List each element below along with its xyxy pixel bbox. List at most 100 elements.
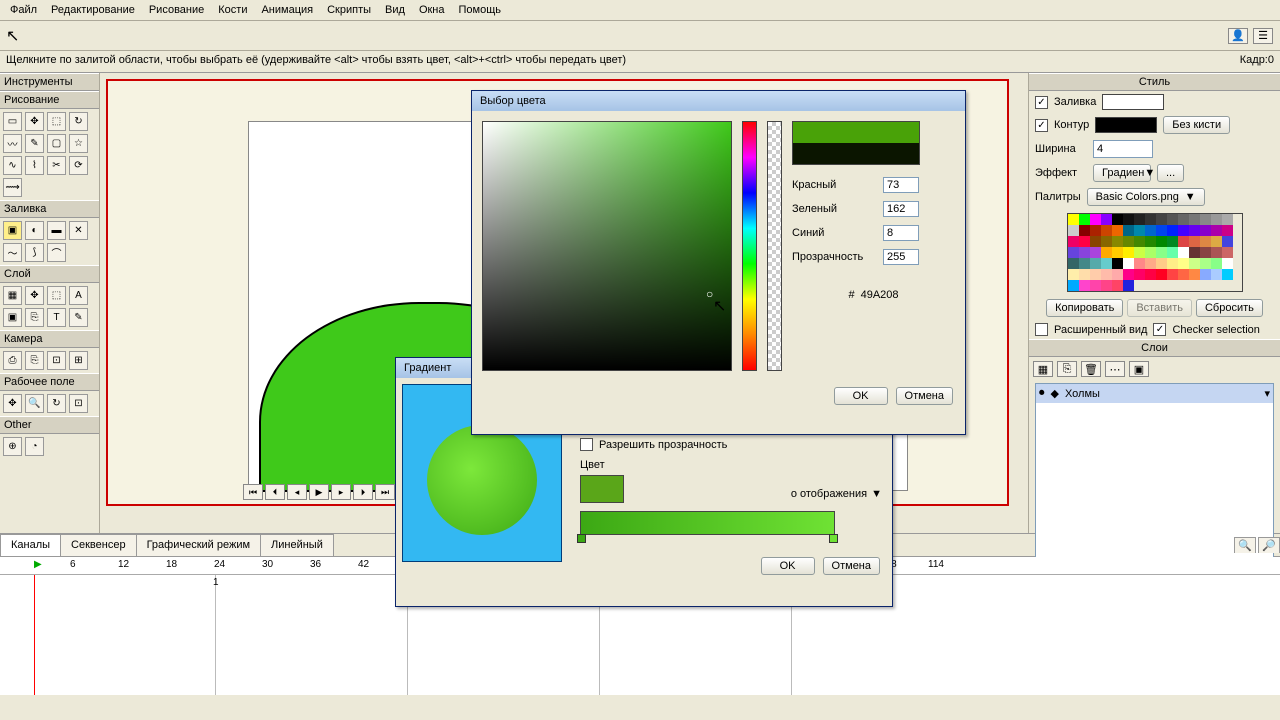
layer-row[interactable]: ⏺ ◆ Холмы ▾	[1036, 384, 1273, 403]
tool-cam3[interactable]: ⊡	[47, 351, 66, 370]
tool-shape[interactable]: ☆	[69, 134, 88, 153]
zoom-in-icon[interactable]: 🔎	[1258, 537, 1280, 553]
step-fwd-button[interactable]: ⏵	[353, 484, 373, 500]
effect-dropdown[interactable]: Градиен▼	[1093, 164, 1151, 182]
tool-dropper[interactable]: ✎	[69, 308, 88, 327]
checker-checkbox[interactable]: ✓	[1153, 323, 1166, 336]
tool-e[interactable]: ⟿	[3, 178, 22, 197]
play-button[interactable]: ▶	[309, 484, 329, 500]
gradient-bar[interactable]	[580, 511, 835, 535]
grad-color-swatch[interactable]	[580, 475, 624, 503]
layer-new-icon[interactable]: ▦	[1033, 361, 1053, 377]
color-cancel-button[interactable]: Отмена	[896, 387, 953, 405]
width-input[interactable]	[1093, 140, 1153, 158]
layer-dup-icon[interactable]: ⎘	[1057, 361, 1077, 377]
user-icon[interactable]: 👤	[1228, 28, 1248, 44]
tool-pick-fill[interactable]: ▣	[3, 221, 22, 240]
tool-ws3[interactable]: ↻	[47, 394, 66, 413]
menu-edit[interactable]: Редактирование	[51, 4, 135, 16]
tool-ws4[interactable]: ⊡	[69, 394, 88, 413]
layer-x-icon[interactable]: ▣	[1129, 361, 1149, 377]
tool-pen[interactable]: ✎	[25, 134, 44, 153]
tool-d[interactable]: ⟳	[69, 156, 88, 175]
menu-help[interactable]: Помощь	[459, 4, 502, 16]
tool-lb[interactable]: ✥	[25, 286, 44, 305]
palette-dropdown[interactable]: Basic Colors.png▼	[1087, 188, 1205, 206]
color-ok-button[interactable]: OK	[834, 387, 888, 405]
stroke-swatch[interactable]	[1095, 117, 1157, 133]
tool-ws2[interactable]: 🔍	[25, 394, 44, 413]
tool-bucket[interactable]: ▬	[47, 221, 66, 240]
blue-input[interactable]	[883, 225, 919, 241]
tool-ws1[interactable]: ✥	[3, 394, 22, 413]
alpha-slider[interactable]	[767, 121, 782, 371]
copy-button[interactable]: Копировать	[1046, 299, 1123, 317]
tool-a[interactable]: ∿	[3, 156, 22, 175]
tool-scale[interactable]: ⬚	[47, 112, 66, 131]
ext-view-checkbox[interactable]	[1035, 323, 1048, 336]
green-input[interactable]	[883, 201, 919, 217]
gradient-stop-left[interactable]	[577, 534, 586, 543]
zoom-out-icon[interactable]: 🔍	[1234, 537, 1256, 553]
hue-slider[interactable]	[742, 121, 757, 371]
menu-view[interactable]: Вид	[385, 4, 405, 16]
tab-graph[interactable]: Графический режим	[136, 534, 261, 556]
saturation-value-box[interactable]: ○	[482, 121, 732, 371]
gradient-ok-button[interactable]: OK	[761, 557, 815, 575]
tool-rotate[interactable]: ↻	[69, 112, 88, 131]
tool-move[interactable]: ✥	[25, 112, 44, 131]
frame-fwd-button[interactable]: ▸	[331, 484, 351, 500]
tool-blob[interactable]: ◐	[25, 221, 44, 240]
menu-bones[interactable]: Кости	[218, 4, 247, 16]
tool-cam2[interactable]: ⎘	[25, 351, 44, 370]
tool-le[interactable]: ▣	[3, 308, 22, 327]
frame-back-button[interactable]: ◂	[287, 484, 307, 500]
tool-erase[interactable]: ✕	[69, 221, 88, 240]
layer-chevron-icon[interactable]: ▾	[1264, 387, 1270, 400]
layer-more-icon[interactable]: ⋯	[1105, 361, 1125, 377]
tool-ly[interactable]: ⌒	[47, 243, 66, 262]
library-icon[interactable]: ☰	[1253, 28, 1273, 44]
menu-windows[interactable]: Окна	[419, 4, 445, 16]
gradient-cancel-button[interactable]: Отмена	[823, 557, 880, 575]
color-picker-titlebar[interactable]: Выбор цвета	[472, 91, 965, 111]
transparency-checkbox[interactable]	[580, 438, 593, 451]
tool-c[interactable]: ✂	[47, 156, 66, 175]
paste-button[interactable]: Вставить	[1127, 299, 1192, 317]
effect-more-button[interactable]: ...	[1157, 164, 1184, 182]
display-dropdown-icon[interactable]: ▼	[871, 488, 882, 500]
rewind-start-button[interactable]: ⏮	[243, 484, 263, 500]
step-back-button[interactable]: ⏴	[265, 484, 285, 500]
tool-o2[interactable]: ◔	[25, 437, 44, 456]
tool-b[interactable]: ⌇	[25, 156, 44, 175]
menu-scripts[interactable]: Скрипты	[327, 4, 371, 16]
stroke-checkbox[interactable]: ✓	[1035, 119, 1048, 132]
tool-lf[interactable]: ⎘	[25, 308, 44, 327]
tool-rect[interactable]: ▢	[47, 134, 66, 153]
rewind-end-button[interactable]: ⏭	[375, 484, 395, 500]
tool-select[interactable]: ▭	[3, 112, 22, 131]
tool-curve[interactable]: 〰	[3, 134, 22, 153]
fill-swatch[interactable]	[1102, 94, 1164, 110]
layer-vis-icon[interactable]: ⏺	[1039, 387, 1045, 400]
reset-button[interactable]: Сбросить	[1196, 299, 1263, 317]
tool-o1[interactable]: ⊕	[3, 437, 22, 456]
tool-lc[interactable]: ⬚	[47, 286, 66, 305]
menu-anim[interactable]: Анимация	[261, 4, 313, 16]
tool-cam1[interactable]: ⎙	[3, 351, 22, 370]
gradient-stop-right[interactable]	[829, 534, 838, 543]
tool-lx[interactable]: ⟆	[25, 243, 44, 262]
color-palette[interactable]	[1067, 213, 1243, 292]
tab-sequencer[interactable]: Секвенсер	[60, 534, 137, 556]
tool-lw[interactable]: 〜	[3, 243, 22, 262]
no-brush-button[interactable]: Без кисти	[1163, 116, 1230, 134]
cursor-tool-icon[interactable]: ↖	[6, 26, 19, 46]
tool-la[interactable]: ▦	[3, 286, 22, 305]
tool-cam4[interactable]: ⊞	[69, 351, 88, 370]
tool-ld[interactable]: A	[69, 286, 88, 305]
tab-channels[interactable]: Каналы	[0, 534, 61, 556]
menu-draw[interactable]: Рисование	[149, 4, 204, 16]
menu-file[interactable]: Файл	[10, 4, 37, 16]
red-input[interactable]	[883, 177, 919, 193]
alpha-input[interactable]	[883, 249, 919, 265]
